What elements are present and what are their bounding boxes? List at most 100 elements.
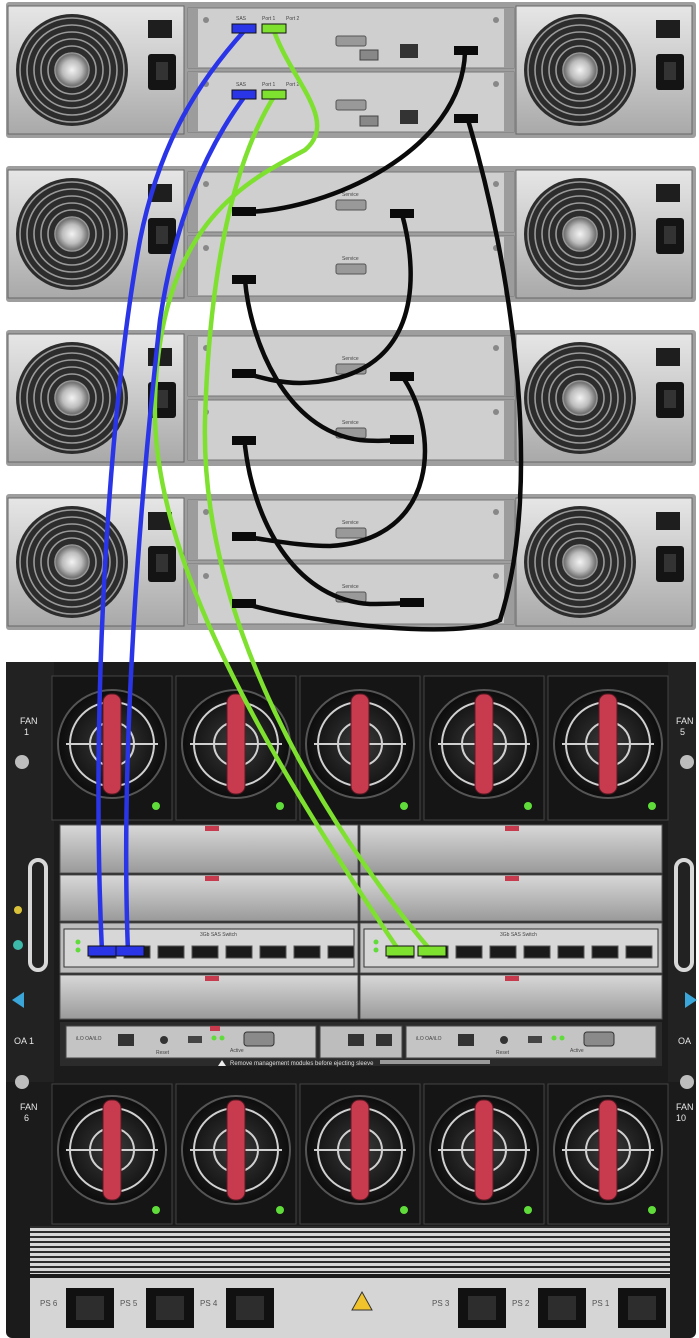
sas-port[interactable] <box>557 945 585 959</box>
left-status-led <box>13 940 23 950</box>
sas-port[interactable] <box>157 945 185 959</box>
right-thumbscrew[interactable] <box>680 755 694 769</box>
fan6-number-label: 6 <box>24 1113 29 1123</box>
sas-port[interactable] <box>259 945 287 959</box>
blue-connector-switch-1[interactable] <box>87 945 117 957</box>
oa2-usb-port-icon[interactable] <box>528 1036 542 1043</box>
led-icon <box>152 1206 160 1214</box>
psu-right-shelf-4 <box>515 497 693 627</box>
led-icon <box>648 802 656 810</box>
led-icon <box>400 802 408 810</box>
blue-connector-top-1[interactable] <box>231 23 257 34</box>
blue-connector-switch-2[interactable] <box>115 945 145 957</box>
interconnect-bay-4 <box>359 874 663 922</box>
oa2-reset-button[interactable] <box>500 1036 508 1044</box>
led-icon <box>152 802 160 810</box>
controller-port-label: Port 2 <box>286 82 300 88</box>
oa1-label: OA 1 <box>14 1036 34 1046</box>
fan-icon <box>299 675 421 821</box>
power-switch[interactable] <box>656 184 680 202</box>
service-port-label: Service <box>342 256 359 262</box>
fan10-number-label: 10 <box>676 1113 686 1123</box>
psu-left-shelf-2 <box>7 169 185 299</box>
sas-port[interactable] <box>523 945 551 959</box>
fan-icon <box>51 1083 173 1225</box>
storage-shelf-3: Service Service <box>6 330 696 466</box>
oa1-active-label: Active <box>230 1048 244 1054</box>
io-module-1-shelf-3: Service <box>187 335 515 397</box>
psu-left-shelf-1 <box>7 5 185 135</box>
psu-left-shelf-4 <box>7 497 185 627</box>
psu-label: PS 5 <box>120 1299 138 1308</box>
link-rj45-port-a-icon[interactable] <box>348 1034 364 1046</box>
sas-port[interactable] <box>625 945 653 959</box>
rj45-port-icon[interactable] <box>400 44 418 58</box>
interconnect-bay-3 <box>59 874 359 922</box>
sas-port[interactable] <box>293 945 321 959</box>
oa1-usb-port-icon[interactable] <box>188 1036 202 1043</box>
fan-icon <box>299 1083 421 1225</box>
power-switch[interactable] <box>656 512 680 530</box>
power-switch[interactable] <box>656 348 680 366</box>
oa2-active-label: Active <box>570 1048 584 1054</box>
interconnect-bay-7 <box>59 974 359 1020</box>
fan1-number-label: 1 <box>24 727 29 737</box>
sas-port[interactable] <box>489 945 517 959</box>
sas-switch-right-label: 3Gb SAS Switch <box>500 932 537 938</box>
green-connector-switch-1[interactable] <box>385 945 415 957</box>
power-switch[interactable] <box>148 20 172 38</box>
fan-icon <box>547 1083 669 1225</box>
oa2-reset-label: Reset <box>496 1050 510 1056</box>
sas-port[interactable] <box>591 945 619 959</box>
interconnect-bay-2 <box>359 824 663 874</box>
service-port-label: Service <box>342 584 359 590</box>
oa1-rj45-port-icon[interactable] <box>118 1034 134 1046</box>
top-fan-row <box>51 675 669 821</box>
oa1-reset-button[interactable] <box>160 1036 168 1044</box>
green-connector-top-1[interactable] <box>261 23 287 34</box>
blade-enclosure: FAN 1 FAN 5 FAN 6 FAN 10 3Gb SAS Switch <box>6 662 697 1338</box>
green-connector-top-2[interactable] <box>261 89 287 100</box>
controller-port-label: Port 2 <box>286 16 300 22</box>
led-icon <box>524 802 532 810</box>
left-lower-thumbscrew[interactable] <box>15 1075 29 1089</box>
oa2-rj45-port-icon[interactable] <box>458 1034 474 1046</box>
green-connector-switch-2[interactable] <box>417 945 447 957</box>
sas-port[interactable] <box>455 945 483 959</box>
black-connector-top-1[interactable] <box>454 46 478 55</box>
oa1-vga-port-icon[interactable] <box>243 1031 275 1047</box>
sas-port[interactable] <box>327 945 355 959</box>
io-module-1-shelf-4: Service <box>187 499 515 561</box>
sas-switch-left-label: 3Gb SAS Switch <box>200 932 237 938</box>
fan-icon <box>175 675 297 821</box>
controller-port-label: Port 1 <box>262 16 276 22</box>
storage-stack: SAS Port 1 Port 2SAS Port 1 Port 2ServiceSer… <box>6 2 696 630</box>
fan5-word-label: FAN <box>676 716 694 726</box>
enclosure-release-lever[interactable] <box>380 1060 490 1064</box>
oa2-vga-port-icon[interactable] <box>583 1031 615 1047</box>
service-port-label: Service <box>342 356 359 362</box>
io-module-2-shelf-2: Service <box>187 235 515 297</box>
black-connector-top-2[interactable] <box>454 114 478 123</box>
sas-cabling-diagram: SAS Port 1 Port 2SAS Port 1 Port 2ServiceSer… <box>6 2 697 1338</box>
psu-label: PS 1 <box>592 1299 610 1308</box>
service-port-label: Service <box>342 420 359 426</box>
controller-port-label: SAS <box>236 82 247 88</box>
left-thumbscrew[interactable] <box>15 755 29 769</box>
rj45-port-icon[interactable] <box>400 110 418 124</box>
right-lower-thumbscrew[interactable] <box>680 1075 694 1089</box>
oa2-label: OA <box>678 1036 691 1046</box>
psu-label: PS 4 <box>200 1299 218 1308</box>
oa2-port-label: iLO OA/iLO <box>416 1036 442 1042</box>
blue-connector-top-2[interactable] <box>231 89 257 100</box>
fan-icon <box>547 675 669 821</box>
link-rj45-port-b-icon[interactable] <box>376 1034 392 1046</box>
led-icon <box>276 1206 284 1214</box>
fan5-number-label: 5 <box>680 727 685 737</box>
led-icon <box>648 1206 656 1214</box>
sas-port[interactable] <box>191 945 219 959</box>
power-switch[interactable] <box>656 20 680 38</box>
service-port-label: Service <box>342 192 359 198</box>
controller-port-label: SAS <box>236 16 247 22</box>
sas-port[interactable] <box>225 945 253 959</box>
